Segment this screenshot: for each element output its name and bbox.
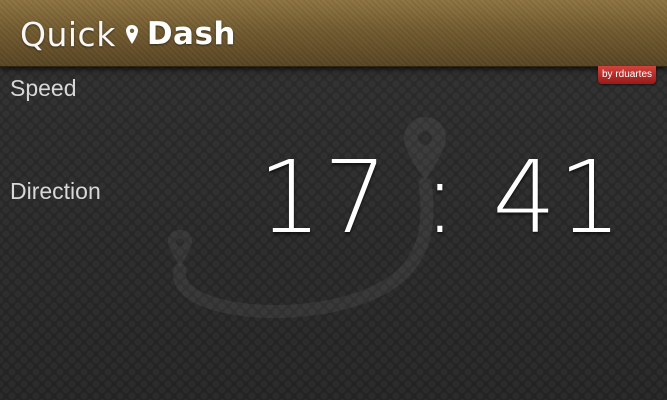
clock-hours: 17 xyxy=(258,139,390,256)
app-title: Quick Dash xyxy=(20,14,236,54)
header-bar: Quick Dash xyxy=(0,0,667,67)
clock-minutes: 41 xyxy=(492,139,624,256)
quick-dash-app: Quick Dash by rduartes Speed Direction 1… xyxy=(0,0,667,400)
title-dash: Dash xyxy=(146,16,236,52)
title-quick: Quick xyxy=(20,14,116,54)
author-badge[interactable]: by rduartes xyxy=(598,66,656,84)
clock-display: 17 : 41 xyxy=(258,143,624,253)
speed-label: Speed xyxy=(10,75,77,101)
map-pin-icon xyxy=(125,25,138,44)
direction-label: Direction xyxy=(10,178,101,204)
clock-separator: : xyxy=(423,139,459,256)
